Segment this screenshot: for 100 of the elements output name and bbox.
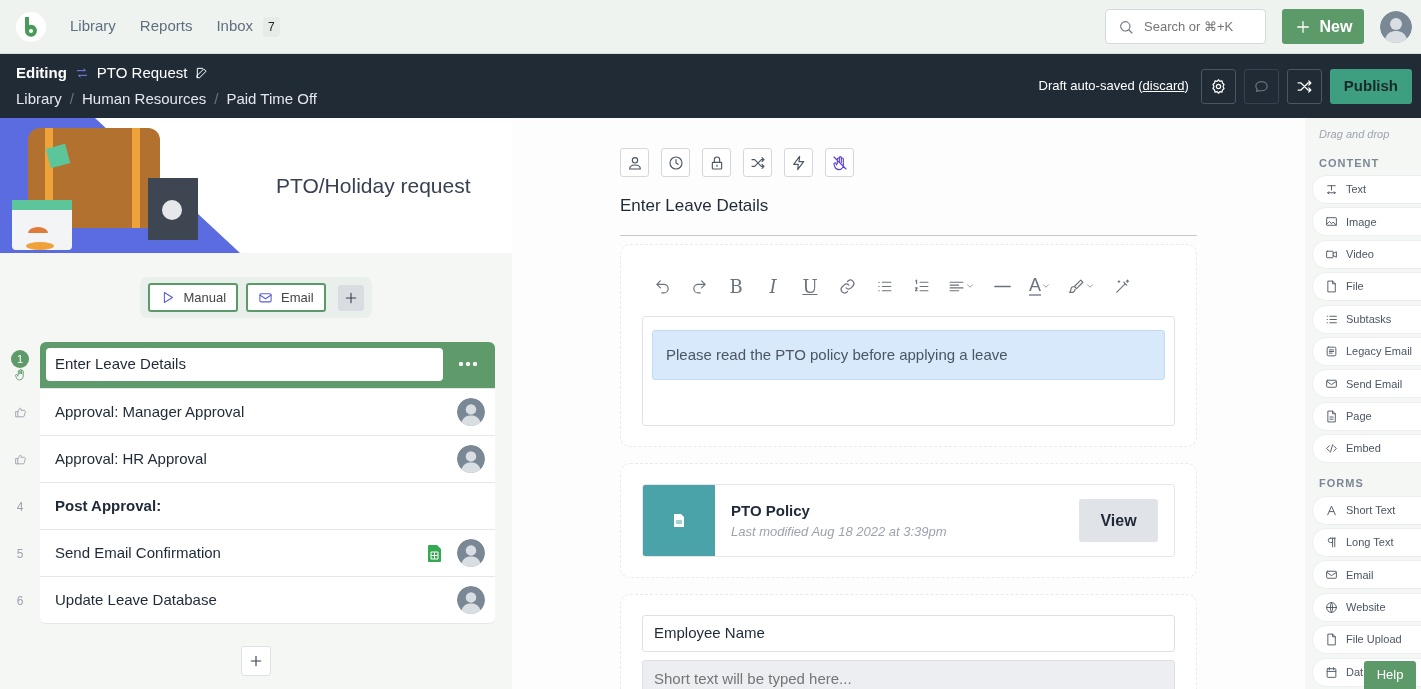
horizontal-rule-icon: [993, 284, 1011, 288]
avatar: [1380, 10, 1412, 43]
settings-button[interactable]: [1200, 68, 1236, 104]
palette-item[interactable]: File: [1312, 272, 1421, 302]
horizontal-rule-button[interactable]: [992, 284, 1012, 288]
flow-icon: [74, 65, 89, 80]
palette-item[interactable]: Website: [1312, 592, 1421, 622]
trigger-button[interactable]: Manual: [148, 283, 239, 312]
caret-icon: [965, 281, 975, 291]
breadcrumb-separator: /: [69, 89, 75, 109]
bolt-icon: [790, 154, 807, 171]
undo-icon: [653, 277, 671, 295]
settings-icon: [1209, 77, 1227, 95]
short-text-field[interactable]: Short text will be typed here...: [642, 660, 1175, 689]
shuffle-icon: [749, 154, 766, 171]
caret-icon: [1085, 281, 1095, 291]
shuffle-icon: [1295, 77, 1313, 95]
palette-item[interactable]: Send Email: [1312, 369, 1421, 399]
task-title: Send Email Confirmation: [55, 542, 222, 563]
text-editor[interactable]: Please read the PTO policy before applying a leave: [642, 315, 1175, 426]
hand-off-icon: [831, 154, 848, 171]
breadcrumb-separator: /: [214, 89, 219, 109]
conditional-button[interactable]: [743, 148, 772, 177]
link-icon: [838, 277, 856, 295]
person-icon: [626, 154, 643, 171]
document-title: PTO Request: [96, 62, 188, 83]
step-number: 5: [16, 545, 24, 563]
assignee-button[interactable]: [620, 148, 649, 177]
palette-item[interactable]: Text: [1312, 175, 1421, 204]
add-trigger-button[interactable]: [337, 284, 364, 311]
nav-link[interactable]: Library: [70, 15, 116, 38]
format-button[interactable]: I: [763, 272, 783, 300]
text-icon: [1325, 183, 1338, 196]
palette-item[interactable]: Page: [1312, 401, 1421, 431]
automation-button[interactable]: [784, 148, 813, 177]
trigger-button[interactable]: Email: [246, 283, 326, 312]
task-row[interactable]: Enter Leave Details: [40, 342, 495, 389]
edit-icon: [195, 65, 210, 80]
nav-link[interactable]: Reports: [139, 15, 193, 38]
discard-link[interactable]: discard: [1142, 78, 1185, 94]
section-heading: FORMS: [1318, 476, 1365, 492]
palette-item[interactable]: Embed: [1312, 434, 1421, 464]
palette-item[interactable]: Video: [1312, 239, 1421, 269]
brush-icon: [1068, 277, 1085, 295]
shuffle-button[interactable]: [1286, 68, 1322, 104]
calendar-icon: [1325, 665, 1338, 679]
format-button[interactable]: B: [726, 272, 746, 300]
more-button[interactable]: [459, 362, 477, 366]
file-icon: [1325, 280, 1338, 294]
stop-button[interactable]: [825, 148, 854, 177]
drag-hint: Drag and drop: [1318, 127, 1391, 142]
document-icon: [674, 514, 684, 527]
palette-item[interactable]: Subtasks: [1312, 304, 1421, 334]
task-row[interactable]: Send Email Confirmation: [40, 530, 495, 577]
task-row[interactable]: Post Approval:: [40, 483, 495, 530]
palette-item[interactable]: Short Text: [1312, 495, 1421, 525]
mode-label: Editing: [16, 62, 67, 83]
breadcrumb-link[interactable]: Human Resources: [82, 88, 207, 111]
format-button[interactable]: U: [800, 272, 820, 300]
add-step-button[interactable]: [241, 646, 271, 676]
file-modified-date: Last modified Aug 18 2022 at 3:39pm: [731, 523, 948, 541]
nav-link[interactable]: Inbox: [216, 15, 254, 38]
task-title: Update Leave Database: [55, 589, 218, 610]
workflow-title: PTO/Holiday request: [276, 172, 471, 199]
mail-icon: [1325, 377, 1338, 391]
palette-item[interactable]: Long Text: [1312, 528, 1421, 557]
breadcrumb-link[interactable]: Library: [16, 88, 62, 111]
text-color-button[interactable]: A: [1029, 276, 1051, 296]
task-title: Approval: HR Approval: [55, 448, 208, 469]
palette-item[interactable]: Legacy Email: [1312, 336, 1421, 366]
due-date-button[interactable]: [661, 148, 690, 177]
pilcrow-icon: [1325, 536, 1338, 549]
search-field[interactable]: Search or ⌘+K: [1105, 9, 1266, 44]
palette-item[interactable]: Email: [1312, 560, 1421, 590]
task-row[interactable]: Update Leave Database: [40, 577, 495, 624]
search-icon: [1118, 19, 1134, 35]
publish-button[interactable]: Publish: [1329, 68, 1412, 104]
palette-item[interactable]: File Upload: [1312, 625, 1421, 655]
palette-item[interactable]: Image: [1312, 207, 1421, 237]
thumbs-up-icon: [13, 453, 27, 466]
redo-icon: [690, 277, 708, 295]
magic-wand-icon: [1113, 277, 1131, 295]
edit-title-button[interactable]: [195, 65, 210, 80]
caret-icon: [1041, 281, 1051, 291]
task-row[interactable]: Approval: HR Approval: [40, 436, 495, 483]
file-icon: [1325, 633, 1338, 647]
step-number: 4: [16, 498, 24, 516]
draft-status: Draft auto-saved (discard): [1038, 77, 1189, 96]
breadcrumb-link[interactable]: Paid Time Off: [226, 88, 317, 111]
task-title-field[interactable]: Enter Leave Details: [46, 347, 443, 381]
count-badge: 7: [263, 16, 280, 37]
link-button[interactable]: [837, 277, 857, 295]
mail-icon: [1325, 568, 1338, 582]
logo[interactable]: [16, 11, 46, 42]
field-label-input[interactable]: Employee Name: [642, 615, 1175, 652]
more-icon: [459, 362, 477, 366]
view-button[interactable]: View: [1079, 499, 1158, 542]
task-row[interactable]: Approval: Manager Approval: [40, 389, 495, 436]
brush-button[interactable]: [1068, 277, 1095, 295]
permissions-button[interactable]: [702, 148, 731, 177]
